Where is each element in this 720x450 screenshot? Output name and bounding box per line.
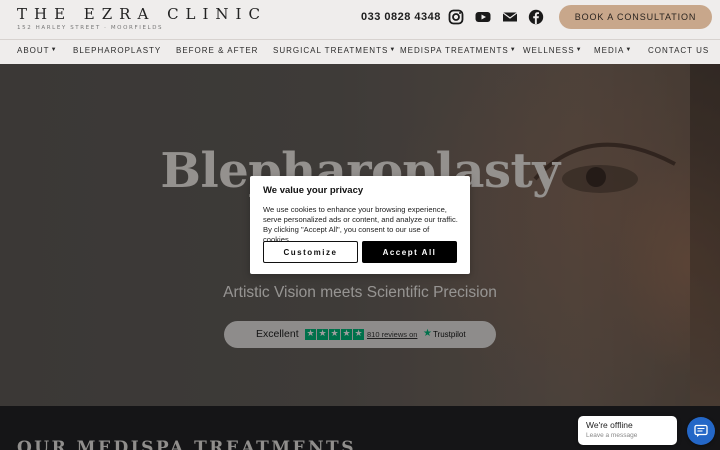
caret-down-icon: ▼	[625, 47, 633, 53]
caret-down-icon: ▼	[509, 47, 517, 53]
main-nav: ABOUT▼ BLEPHAROPLASTY BEFORE & AFTER SUR…	[0, 40, 720, 64]
nav-item-about[interactable]: ABOUT▼	[17, 40, 58, 64]
nav-item-blepharoplasty[interactable]: BLEPHAROPLASTY	[73, 40, 161, 64]
nav-item-medispa-treatments[interactable]: MEDISPA TREATMENTS▼	[400, 40, 517, 64]
chat-icon	[694, 424, 708, 437]
nav-item-wellness[interactable]: WELLNESS▼	[523, 40, 583, 64]
caret-down-icon: ▼	[575, 47, 583, 53]
nav-item-before-after[interactable]: BEFORE & AFTER	[176, 40, 258, 64]
logo-subtitle: 152 HARLEY STREET · MOORFIELDS	[17, 25, 164, 31]
nav-item-surgical-treatments[interactable]: SURGICAL TREATMENTS▼	[273, 40, 396, 64]
chat-leave-message: Leave a message	[586, 432, 638, 439]
logo-title: THE EZRA CLINIC	[17, 5, 267, 23]
caret-down-icon: ▼	[389, 47, 397, 53]
caret-down-icon: ▼	[50, 47, 58, 53]
phone-number[interactable]: 033 0828 4348	[361, 11, 441, 23]
email-icon[interactable]	[502, 9, 518, 25]
nav-item-contact-us[interactable]: CONTACT US	[648, 40, 709, 64]
chat-offline-bubble[interactable]: We're offline Leave a message	[578, 416, 677, 445]
youtube-icon[interactable]	[475, 9, 491, 25]
nav-item-media[interactable]: MEDIA▼	[594, 40, 632, 64]
cookie-consent-dialog: We value your privacy We use cookies to …	[250, 176, 470, 274]
customize-button[interactable]: Customize	[263, 241, 358, 263]
chat-status: We're offline	[586, 420, 633, 430]
facebook-icon[interactable]	[528, 9, 544, 25]
instagram-icon[interactable]	[448, 9, 464, 25]
book-consultation-button[interactable]: BOOK A CONSULTATION	[559, 5, 712, 29]
accept-all-button[interactable]: Accept All	[362, 241, 457, 263]
site-header: THE EZRA CLINIC 152 HARLEY STREET · MOOR…	[0, 0, 720, 64]
chat-launcher-button[interactable]	[687, 417, 715, 445]
clinic-logo[interactable]: THE EZRA CLINIC 152 HARLEY STREET · MOOR…	[17, 6, 267, 31]
cookie-body-text: We use cookies to enhance your browsing …	[263, 205, 458, 244]
cookie-title: We value your privacy	[263, 185, 364, 196]
cookie-button-row: Customize Accept All	[263, 241, 457, 263]
